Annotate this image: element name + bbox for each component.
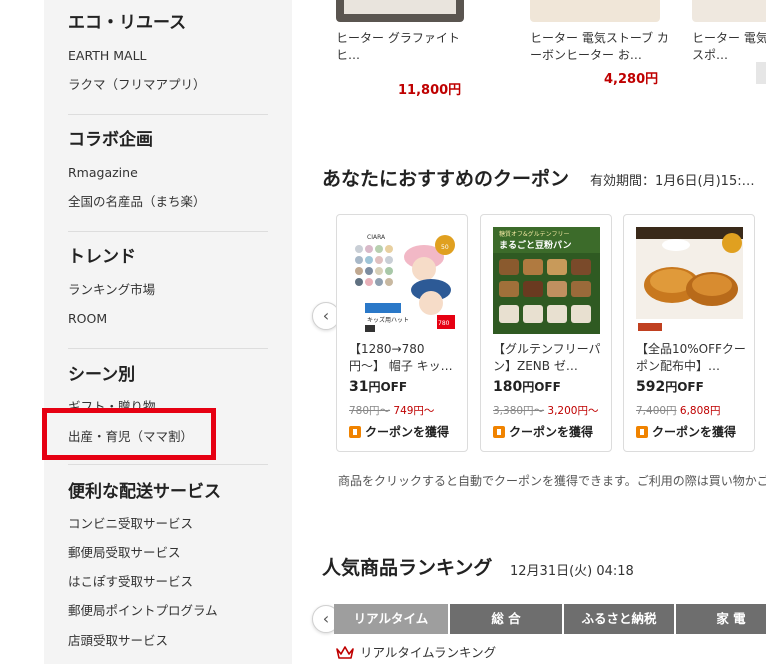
coupon-ticket-icon — [493, 426, 505, 438]
get-coupon-button[interactable]: クーポンを獲得 — [349, 423, 449, 440]
ranking-label-text: リアルタイムランキング — [360, 645, 497, 660]
section-title: シーン別 — [68, 365, 136, 385]
coupon-prices: 780円〜 749円〜 — [349, 403, 434, 418]
coupon-image-caption: キッズ用ハット — [367, 316, 409, 324]
coupon-card-title[interactable]: 【1280→780円〜】 帽子 キッ… — [349, 341, 459, 375]
coupon-image-bread[interactable]: 糖質オフ&グルテンフリー まるごと豆粉パン — [493, 227, 600, 334]
divider — [68, 231, 268, 232]
svg-text:CIARA: CIARA — [367, 234, 386, 241]
sidebar-item-ranking-market[interactable]: ランキング市場 — [68, 282, 155, 298]
product-price: 11,800円 — [398, 83, 462, 98]
coupon-card[interactable]: CIARA 50 キッズ用ハット 780 【1280→780円〜】 帽子 キッ…… — [336, 214, 468, 452]
svg-text:780: 780 — [438, 320, 450, 327]
scroll-edge — [756, 62, 766, 84]
sidebar-item-rmagazine[interactable]: Rmagazine — [68, 165, 138, 181]
coupon-image-caption: まるごと豆粉パン — [499, 239, 571, 251]
coupon-discount: 180円OFF — [493, 378, 561, 395]
product-name[interactable]: ヒーター 電気ストーブ カーボンヒーター お… — [530, 30, 670, 64]
coupon-card-title[interactable]: 【全品10%OFFクーポン配布中】… — [636, 341, 746, 375]
highlight-box — [42, 408, 216, 460]
main-content: ヒーター グラファイトヒ… 11,800円 ヒーター 電気ストーブ カーボンヒー… — [292, 0, 766, 664]
tab-appliances[interactable]: 家 電 — [676, 604, 766, 634]
sidebar-item-room[interactable]: ROOM — [68, 311, 107, 327]
coupon-prices: 3,380円〜 3,200円〜 — [493, 403, 598, 418]
coupon-ticket-icon — [636, 426, 648, 438]
coupon-card[interactable]: 【全品10%OFFクーポン配布中】… 592円OFF 7,400円 6,808円… — [623, 214, 755, 452]
product-price: 4,280円 — [604, 72, 659, 87]
get-coupon-button[interactable]: クーポンを獲得 — [636, 423, 736, 440]
get-coupon-button[interactable]: クーポンを獲得 — [493, 423, 593, 440]
sidebar-item-hakopos-pickup[interactable]: はこぽす受取サービス — [68, 574, 193, 590]
discount-unit: 円OFF — [665, 380, 704, 394]
get-coupon-label: クーポンを獲得 — [509, 425, 594, 439]
divider — [68, 464, 268, 465]
divider — [68, 114, 268, 115]
original-price: 3,380円〜 — [493, 405, 545, 417]
sidebar-item-post-point-program[interactable]: 郵便局ポイントプログラム — [68, 603, 218, 619]
discount-unit: 円OFF — [522, 380, 561, 394]
coupon-prices: 7,400円 6,808円 — [636, 403, 720, 418]
coupon-note: 商品をクリックすると自動でクーポンを獲得できます。ご利用の際は買い物かご… — [338, 474, 766, 488]
sidebar-item-machiraku[interactable]: 全国の名産品（まち楽） — [68, 194, 206, 210]
sidebar-section-collab: コラボ企画 Rmagazine 全国の名産品（まち楽） — [68, 129, 268, 209]
discount-unit: 円OFF — [368, 380, 408, 394]
tab-furusato[interactable]: ふるさと納税 — [564, 604, 674, 634]
coupon-discount: 31円OFF — [349, 378, 407, 395]
original-price: 780円〜 — [349, 405, 391, 417]
sidebar-section-delivery: 便利な配送サービス コンビニ受取サービス 郵便局受取サービス はこぽす受取サービ… — [68, 481, 268, 648]
discounted-price: 749円〜 — [393, 405, 435, 417]
svg-text:50: 50 — [441, 244, 449, 251]
section-title: エコ・リユース — [68, 13, 187, 33]
section-title: トレンド — [68, 247, 136, 267]
coupon-ticket-icon — [349, 426, 361, 438]
get-coupon-label: クーポンを獲得 — [652, 425, 737, 439]
sidebar-item-convenience-pickup[interactable]: コンビニ受取サービス — [68, 516, 193, 532]
crown-icon — [336, 646, 354, 659]
discounted-price: 3,200円〜 — [547, 405, 599, 417]
sidebar-item-post-office-pickup[interactable]: 郵便局受取サービス — [68, 545, 181, 561]
product-name[interactable]: ヒーター グラファイトヒ… — [336, 30, 476, 64]
coupon-validity: 有効期間：1月6日(月)15:… — [590, 174, 755, 189]
product-name[interactable]: ヒーター 電気… ワイド＆スポ… — [692, 30, 766, 64]
chevron-left-icon: ‹ — [322, 306, 330, 325]
get-coupon-label: クーポンを獲得 — [365, 425, 450, 439]
sidebar-item-earth-mall[interactable]: EARTH MALL — [68, 48, 147, 64]
coupon-image-pastry[interactable] — [636, 227, 743, 334]
chevron-left-icon: ‹ — [322, 609, 330, 628]
discount-amount: 31 — [349, 379, 369, 395]
ranking-section-title: 人気商品ランキング — [322, 557, 493, 579]
discounted-price: 6,808円 — [679, 405, 721, 417]
original-price: 7,400円 — [636, 405, 677, 417]
coupon-discount: 592円OFF — [636, 378, 704, 395]
section-title: 便利な配送サービス — [68, 482, 221, 502]
product-image[interactable] — [530, 0, 660, 22]
tab-realtime[interactable]: リアルタイム — [334, 604, 448, 634]
svg-text:糖質オフ&グルテンフリー: 糖質オフ&グルテンフリー — [499, 230, 570, 238]
sidebar-item-rakuma[interactable]: ラクマ（フリマアプリ） — [68, 77, 206, 93]
ranking-label: リアルタイムランキング — [336, 642, 496, 661]
coupon-card-title[interactable]: 【グルテンフリーパン】ZENB ゼ… — [493, 341, 603, 375]
discount-amount: 180 — [493, 379, 523, 395]
section-title: コラボ企画 — [68, 130, 153, 150]
sidebar-section-eco: エコ・リユース EARTH MALL ラクマ（フリマアプリ） — [68, 12, 268, 92]
coupon-section-title: あなたにおすすめのクーポン — [322, 168, 570, 190]
ranking-timestamp: 12月31日(火) 04:18 — [510, 564, 634, 579]
sidebar-section-trend: トレンド ランキング市場 ROOM — [68, 246, 268, 326]
coupon-image-hat[interactable]: CIARA 50 キッズ用ハット 780 — [349, 227, 456, 334]
discount-amount: 592 — [636, 379, 666, 395]
divider — [68, 348, 268, 349]
sidebar-item-store-pickup[interactable]: 店頭受取サービス — [68, 633, 168, 649]
sidebar: エコ・リユース EARTH MALL ラクマ（フリマアプリ） コラボ企画 Rma… — [44, 0, 292, 664]
sidebar-section-scene: シーン別 ギフト・贈り物 出産・育児（ママ割） — [68, 364, 268, 444]
product-image[interactable] — [336, 0, 464, 22]
coupon-card[interactable]: 糖質オフ&グルテンフリー まるごと豆粉パン 【グルテンフリーパン】ZENB ゼ…… — [480, 214, 612, 452]
tab-overall[interactable]: 総 合 — [450, 604, 562, 634]
product-image[interactable] — [692, 0, 766, 22]
